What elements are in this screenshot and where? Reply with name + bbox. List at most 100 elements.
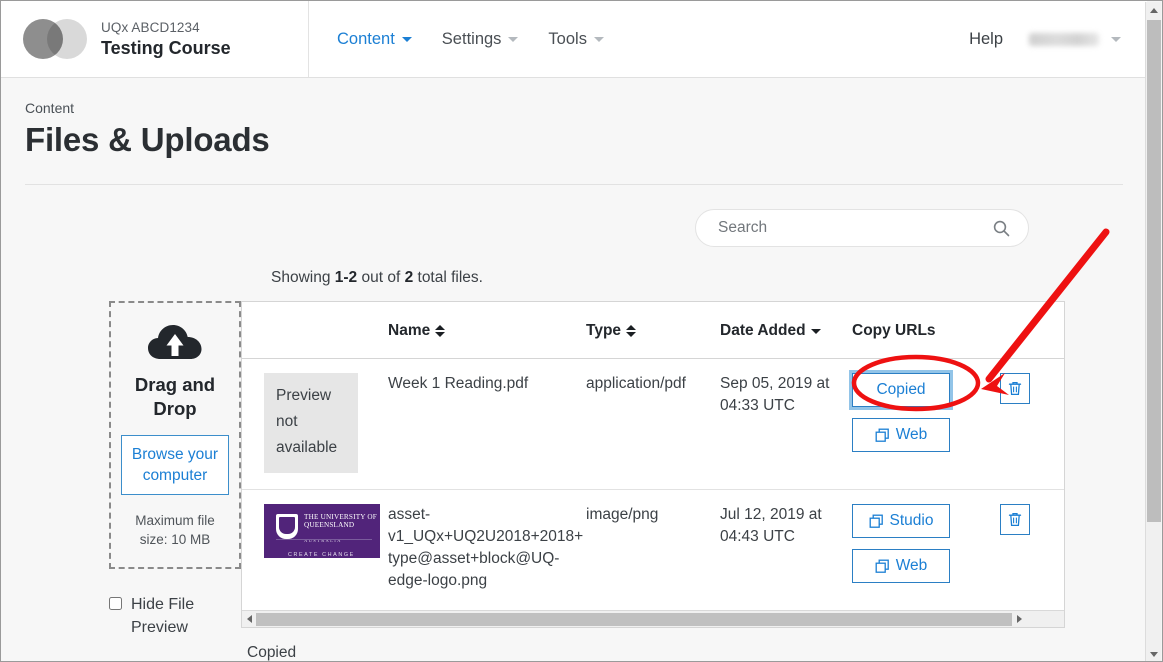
showing-total: 2 — [404, 269, 414, 286]
hide-file-preview-row[interactable]: Hide File Preview — [109, 593, 241, 639]
copy-web-url-label: Web — [895, 557, 928, 574]
dropzone-column: Drag and Drop Browse your computer Maxim… — [25, 301, 241, 639]
copy-urls-cell: Studio Web — [852, 490, 1000, 611]
scroll-left-icon[interactable] — [242, 612, 256, 627]
column-header-label: Date Added — [720, 322, 806, 339]
chevron-down-icon — [593, 36, 604, 42]
copy-web-url-button[interactable]: Web — [852, 418, 950, 452]
breadcrumb[interactable]: Content — [25, 100, 1123, 116]
column-header-name[interactable]: Name — [388, 302, 586, 359]
uq-crest-icon — [276, 514, 298, 539]
nav-item-label: Content — [337, 29, 395, 48]
uq-logo-tagline: CREATE CHANGE — [288, 552, 355, 558]
copy-icon — [875, 428, 889, 442]
file-thumbnail-cell: THE UNIVERSITY OF QUEENSLAND AUSTRALIA C… — [242, 490, 388, 611]
copy-studio-url-label: Studio — [889, 512, 934, 529]
copied-button[interactable]: Copied — [849, 370, 953, 410]
nav-item-tools[interactable]: Tools — [548, 30, 604, 49]
nav-item-label: Settings — [441, 29, 502, 48]
scroll-right-icon[interactable] — [1012, 612, 1026, 627]
main-navigation: Content Settings Tools — [309, 1, 969, 77]
files-area: Drag and Drop Browse your computer Maxim… — [25, 301, 1123, 661]
scroll-down-icon[interactable] — [1146, 646, 1162, 661]
file-type-cell: image/png — [586, 506, 659, 523]
column-header-label: Name — [388, 322, 431, 339]
column-header-delete — [1000, 302, 1064, 359]
course-logo-placeholder-icon — [23, 19, 87, 59]
copy-status-text: Copied — [247, 644, 297, 661]
vertical-scroll-thumb[interactable] — [1147, 20, 1161, 522]
column-header-type[interactable]: Type — [586, 302, 720, 359]
delete-file-button[interactable] — [1000, 373, 1030, 404]
browse-your-computer-button[interactable]: Browse your computer — [121, 435, 229, 495]
showing-suffix: total files. — [413, 269, 483, 286]
copy-web-url-button[interactable]: Web — [852, 549, 950, 583]
browser-page: UQx ABCD1234 Testing Course Content Sett… — [0, 0, 1163, 662]
search-row — [25, 185, 1123, 247]
course-code: UQx ABCD1234 — [101, 19, 200, 35]
search-icon[interactable] — [993, 220, 1010, 237]
showing-prefix: Showing — [271, 269, 335, 286]
chevron-down-icon — [1111, 36, 1121, 42]
max-file-size-text: Maximum file size: 10 MB — [135, 513, 215, 547]
delete-cell — [1000, 358, 1064, 490]
column-header-label: Type — [586, 322, 622, 339]
nav-item-content[interactable]: Content — [337, 30, 412, 49]
showing-range: 1-2 — [334, 269, 358, 286]
header-right-group: Help — [969, 1, 1147, 77]
column-header-copy-urls: Copy URLs — [852, 302, 1000, 359]
file-date-cell: Jul 12, 2019 at 04:43 UTC — [720, 506, 822, 545]
copy-icon — [869, 514, 883, 528]
hide-file-preview-label[interactable]: Hide File Preview — [131, 593, 207, 639]
search-input[interactable] — [716, 218, 993, 238]
cloud-upload-icon — [148, 325, 202, 359]
files-table: Name Type Date Added Copy URLs Preview n… — [242, 302, 1064, 610]
table-row: Preview not available Week 1 Reading.pdf… — [242, 358, 1064, 490]
course-brand[interactable]: UQx ABCD1234 Testing Course — [1, 1, 309, 77]
copy-urls-cell: Copied Web — [849, 358, 1000, 490]
copy-studio-url-button[interactable]: Studio — [852, 504, 950, 538]
column-header-date-added[interactable]: Date Added — [720, 302, 852, 359]
nav-item-label: Tools — [548, 29, 587, 48]
files-table-wrapper: Name Type Date Added Copy URLs Preview n… — [241, 301, 1065, 628]
table-horizontal-scrollbar[interactable] — [242, 610, 1064, 627]
delete-file-button[interactable] — [1000, 504, 1030, 535]
account-menu[interactable] — [1029, 32, 1121, 46]
showing-middle: out of — [357, 269, 405, 286]
dropzone-title: Drag and Drop — [134, 374, 216, 419]
table-header-row: Name Type Date Added Copy URLs — [242, 302, 1064, 359]
files-table-column: Name Type Date Added Copy URLs Preview n… — [241, 301, 1147, 661]
copy-web-url-label: Web — [895, 426, 928, 443]
table-row: THE UNIVERSITY OF QUEENSLAND AUSTRALIA C… — [242, 490, 1064, 611]
delete-cell — [1000, 490, 1064, 611]
page-vertical-scrollbar[interactable] — [1145, 2, 1162, 661]
column-header-label: Copy URLs — [852, 322, 936, 339]
hide-file-preview-checkbox[interactable] — [109, 597, 122, 610]
course-name: Testing Course — [101, 37, 231, 58]
column-header-thumbnail — [242, 302, 388, 359]
sort-descending-icon[interactable] — [810, 328, 821, 334]
copy-icon — [875, 559, 889, 573]
trash-icon — [1008, 512, 1022, 527]
horizontal-scroll-thumb[interactable] — [256, 612, 1013, 626]
account-name-redacted — [1029, 32, 1099, 46]
sort-both-icon[interactable] — [626, 325, 637, 337]
file-thumbnail-cell: Preview not available — [242, 358, 388, 490]
help-link[interactable]: Help — [969, 30, 1003, 49]
sort-both-icon[interactable] — [435, 325, 446, 337]
file-name-cell: Week 1 Reading.pdf — [388, 358, 586, 490]
search-box[interactable] — [695, 209, 1029, 247]
page-viewport: UQx ABCD1234 Testing Course Content Sett… — [1, 1, 1147, 661]
scroll-up-icon[interactable] — [1146, 2, 1162, 18]
nav-item-settings[interactable]: Settings — [442, 30, 519, 49]
file-name-cell: asset-v1_UQx+UQ2U2018+2018+type@asset+bl… — [388, 506, 584, 589]
copied-button-label: Copied — [876, 381, 926, 398]
file-type-cell: application/pdf — [586, 358, 720, 490]
page-content: Content Files & Uploads Showing 1-2 out … — [1, 78, 1147, 661]
file-date-cell: Sep 05, 2019 at 04:33 UTC — [720, 358, 852, 490]
uq-logo-thumbnail: THE UNIVERSITY OF QUEENSLAND AUSTRALIA C… — [264, 504, 380, 558]
page-title: Files & Uploads — [25, 121, 270, 158]
preview-not-available-thumbnail: Preview not available — [264, 373, 358, 473]
file-dropzone[interactable]: Drag and Drop Browse your computer Maxim… — [109, 301, 241, 569]
uq-logo-line1: THE UNIVERSITY OF QUEENSLAND — [304, 513, 378, 530]
